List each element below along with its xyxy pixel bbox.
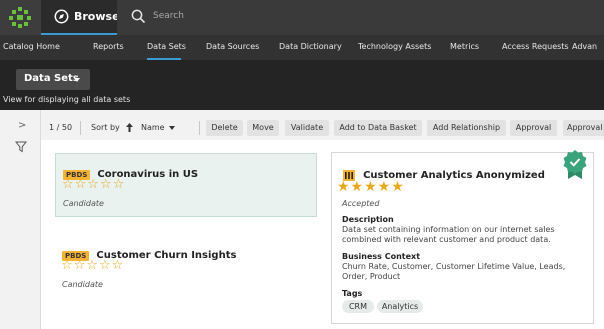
tag-chip[interactable]: CRM bbox=[342, 300, 374, 313]
business-context-text: Churn Rate, Customer, Customer Lifetime … bbox=[342, 262, 566, 281]
tags-label: Tags bbox=[342, 289, 363, 298]
sort-field-dropdown[interactable]: Name bbox=[141, 123, 175, 132]
search-box[interactable]: Search bbox=[117, 0, 604, 35]
view-selector-dropdown[interactable]: Data Sets bbox=[16, 69, 90, 90]
approval-button-2[interactable]: Approval bbox=[563, 120, 604, 136]
app-logo[interactable] bbox=[0, 0, 41, 35]
chevron-down-icon bbox=[168, 125, 175, 130]
dataset-card[interactable]: PBDS Customer Churn Insights ☆☆☆☆☆ Candi… bbox=[55, 235, 317, 299]
nav-item-technology-assets[interactable]: Technology Assets bbox=[358, 42, 431, 51]
rating-stars[interactable]: ☆☆☆☆☆ bbox=[62, 177, 125, 192]
certified-badge-icon bbox=[563, 150, 587, 179]
search-placeholder: Search bbox=[153, 11, 184, 21]
sort-field-label: Name bbox=[141, 123, 165, 132]
toolbar-divider bbox=[80, 121, 81, 135]
nav-item-catalog-home[interactable]: Catalog Home bbox=[3, 42, 60, 51]
move-button[interactable]: Move bbox=[247, 120, 279, 136]
add-to-data-basket-button[interactable]: Add to Data Basket bbox=[334, 120, 422, 136]
dataset-detail-card[interactable]: Customer Analytics Anonymized ★★★★★ Acce… bbox=[331, 150, 594, 324]
status-label: Candidate bbox=[63, 199, 104, 208]
nav-item-reports[interactable]: Reports bbox=[93, 42, 124, 51]
nav-item-access-requests[interactable]: Access Requests bbox=[502, 42, 569, 51]
browse-label: Browse bbox=[74, 10, 120, 23]
nav-item-advanced[interactable]: Advan bbox=[572, 42, 597, 51]
nav-item-data-dictionary[interactable]: Data Dictionary bbox=[279, 42, 342, 51]
app-logo-icon bbox=[9, 7, 31, 28]
left-rail: > bbox=[0, 110, 41, 329]
expand-chevron-icon[interactable]: > bbox=[18, 120, 26, 131]
toolbar: 1 / 50 Sort by Name Delete Move Validate… bbox=[41, 110, 604, 140]
nav-item-data-sources[interactable]: Data Sources bbox=[206, 42, 259, 51]
delete-button[interactable]: Delete bbox=[206, 120, 243, 136]
approval-button[interactable]: Approval bbox=[510, 120, 557, 136]
add-relationship-button[interactable]: Add Relationship bbox=[427, 120, 506, 136]
nav-item-data-sets[interactable]: Data Sets bbox=[147, 42, 186, 51]
tag-chip[interactable]: Analytics bbox=[377, 300, 423, 313]
description-label: Description bbox=[342, 215, 394, 224]
compass-icon bbox=[54, 9, 69, 24]
business-context-label: Business Context bbox=[342, 252, 421, 261]
toolbar-divider bbox=[199, 121, 200, 135]
result-count: 1 / 50 bbox=[49, 123, 73, 132]
rating-stars[interactable]: ★★★★★ bbox=[337, 179, 405, 195]
rating-stars[interactable]: ☆☆☆☆☆ bbox=[61, 258, 124, 273]
filter-icon[interactable] bbox=[15, 141, 27, 153]
browse-tab[interactable]: Browse bbox=[41, 0, 120, 35]
status-label: Accepted bbox=[342, 199, 380, 208]
search-icon bbox=[131, 9, 146, 24]
main-nav: Catalog Home Reports Data Sets Data Sour… bbox=[0, 35, 604, 60]
nav-item-metrics[interactable]: Metrics bbox=[450, 42, 479, 51]
validate-button[interactable]: Validate bbox=[285, 120, 329, 136]
sort-ascending-icon[interactable] bbox=[126, 123, 133, 132]
status-label: Candidate bbox=[62, 280, 103, 289]
sort-label: Sort by bbox=[91, 123, 120, 132]
view-selector-label: Data Sets bbox=[24, 73, 79, 84]
chevron-down-icon bbox=[74, 78, 80, 82]
description-text: Data set containing information on our i… bbox=[342, 225, 555, 244]
top-bar: Browse Search bbox=[0, 0, 604, 35]
dataset-card[interactable]: PBDS Coronavirus in US ☆☆☆☆☆ Candidate bbox=[55, 153, 317, 217]
view-description: View for displaying all data sets bbox=[3, 95, 131, 104]
